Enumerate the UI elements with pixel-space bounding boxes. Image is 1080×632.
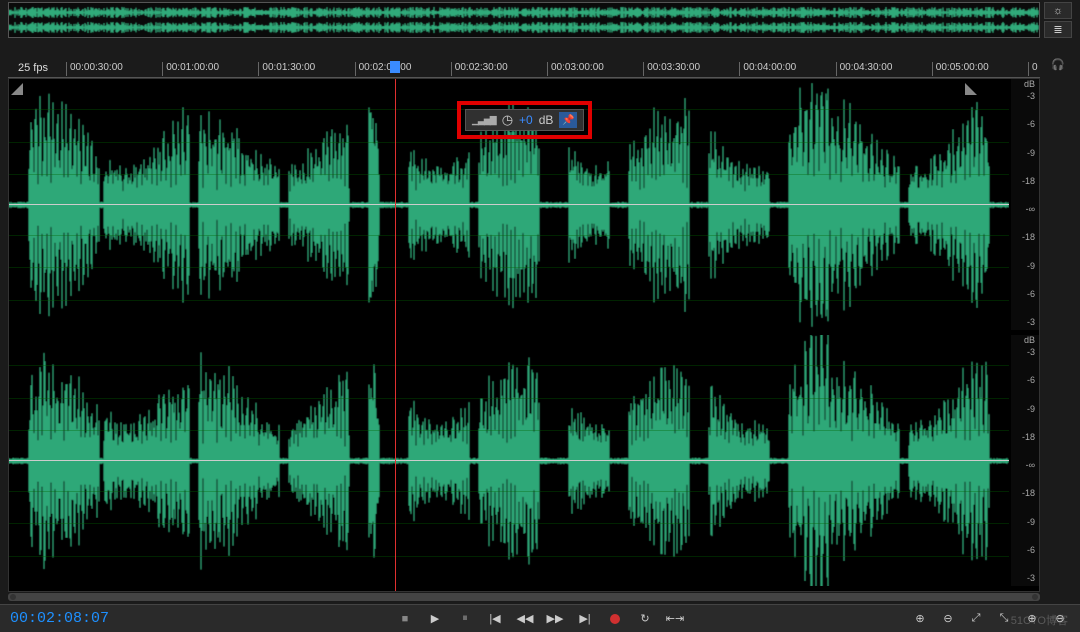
- zero-line: [9, 460, 1009, 461]
- horizontal-scrollbar[interactable]: [8, 592, 1040, 602]
- channel-right[interactable]: [9, 335, 1009, 586]
- zoom-in-icon[interactable]: ⊕: [910, 609, 930, 629]
- db-mark: -6: [1027, 545, 1035, 555]
- overview-strip[interactable]: [8, 2, 1040, 38]
- db-mark: -9: [1027, 261, 1035, 271]
- fade-out-handle[interactable]: [965, 83, 977, 95]
- fastforward-button[interactable]: ▶▶: [545, 609, 565, 629]
- zoom-out-icon[interactable]: ⊖: [938, 609, 958, 629]
- transport-bar: 00:02:08:07 ■ ▶ ⏸ |◀ ◀◀ ▶▶ ▶| ↻ ⇤⇥ ⊕ ⊖ ⤢…: [0, 604, 1080, 632]
- ruler-tick: 00:01:00:00: [162, 62, 219, 76]
- ruler-tick: 00:04:30:00: [836, 62, 893, 76]
- record-button[interactable]: [605, 609, 625, 629]
- db-mark: -∞: [1026, 460, 1035, 470]
- db-mark: -9: [1027, 404, 1035, 414]
- db-scale-right: dB -3-6-9-18-∞-18-9-6-3: [1011, 335, 1039, 586]
- volume-bars-icon: ▁▃▅▇: [472, 115, 496, 126]
- hud-db-value[interactable]: +0: [519, 113, 533, 127]
- ruler-tick: 00:05:00:00: [932, 62, 989, 76]
- ruler-tick: 00:03:30:00: [643, 62, 700, 76]
- overview-waveform: [9, 3, 1039, 37]
- overview-sun-icon[interactable]: ☼: [1044, 2, 1072, 19]
- playhead[interactable]: [395, 79, 396, 591]
- db-mark: -18: [1022, 488, 1035, 498]
- ruler-tick: 00:02:00:00: [355, 62, 412, 76]
- pin-icon[interactable]: 📌: [559, 112, 577, 128]
- db-mark: -6: [1027, 289, 1035, 299]
- zero-line: [9, 204, 1009, 205]
- play-button[interactable]: ▶: [425, 609, 445, 629]
- ruler-tick: 00:00:30:00: [66, 62, 123, 76]
- db-mark: -9: [1027, 148, 1035, 158]
- watermark-text: 51CTO博客: [1011, 612, 1068, 628]
- db-mark: -6: [1027, 119, 1035, 129]
- hud-db-unit: dB: [539, 113, 554, 127]
- timecode-display[interactable]: 00:02:08:07: [10, 610, 109, 627]
- ruler-tick: 0: [1028, 62, 1038, 76]
- db-mark: -3: [1027, 573, 1035, 583]
- next-button[interactable]: ▶|: [575, 609, 595, 629]
- db-mark: -3: [1027, 317, 1035, 327]
- db-mark: -9: [1027, 517, 1035, 527]
- headphones-icon[interactable]: 🎧: [1044, 58, 1072, 78]
- db-mark: -18: [1022, 176, 1035, 186]
- waveform-editor[interactable]: dB -3-6-9-18-∞-18-9-6-3 dB -3-6-9-18-∞-1…: [8, 78, 1040, 592]
- db-mark: -3: [1027, 91, 1035, 101]
- volume-hud[interactable]: ▁▃▅▇ ◷ +0 dB 📌: [465, 109, 584, 131]
- skip-silence-button[interactable]: ⇤⇥: [665, 609, 685, 629]
- hud-highlight-box: ▁▃▅▇ ◷ +0 dB 📌: [457, 101, 592, 139]
- pause-button[interactable]: ⏸: [455, 609, 475, 629]
- db-mark: -3: [1027, 347, 1035, 357]
- stop-button[interactable]: ■: [395, 609, 415, 629]
- rewind-button[interactable]: ◀◀: [515, 609, 535, 629]
- zoom-full-button[interactable]: ⤢: [966, 609, 986, 629]
- db-mark: -18: [1022, 232, 1035, 242]
- db-scale-left: dB -3-6-9-18-∞-18-9-6-3: [1011, 79, 1039, 330]
- db-mark: -∞: [1026, 204, 1035, 214]
- ruler-tick: 00:03:00:00: [547, 62, 604, 76]
- scrollbar-thumb[interactable]: [8, 593, 1040, 601]
- db-mark: -6: [1027, 375, 1035, 385]
- playhead-marker-icon[interactable]: [390, 61, 400, 73]
- ruler-tick: 00:01:30:00: [258, 62, 315, 76]
- ruler-tick: 00:02:30:00: [451, 62, 508, 76]
- overview-list-icon[interactable]: ≣: [1044, 21, 1072, 38]
- prev-button[interactable]: |◀: [485, 609, 505, 629]
- loop-button[interactable]: ↻: [635, 609, 655, 629]
- clock-icon[interactable]: ◷: [502, 112, 513, 128]
- db-mark: -18: [1022, 432, 1035, 442]
- timeline-ruler[interactable]: 25 fps 00:00:30:00 00:01:00:00 00:01:30:00…: [8, 60, 1040, 78]
- record-icon: [610, 614, 620, 624]
- ruler-tick: 00:04:00:00: [739, 62, 796, 76]
- fps-label: 25 fps: [12, 60, 54, 76]
- fade-in-handle[interactable]: [11, 83, 23, 95]
